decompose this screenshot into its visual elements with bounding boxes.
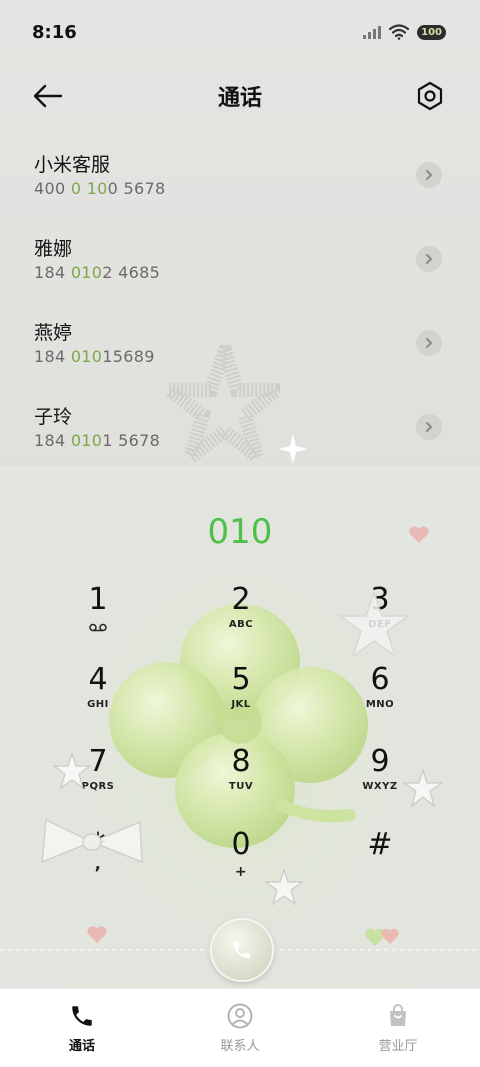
contact-row[interactable]: 小米客服 400 0 100 5678 xyxy=(0,138,480,222)
contact-number: 184 01015689 xyxy=(34,347,155,366)
page-title: 通话 xyxy=(217,86,262,111)
key-letters: GHI xyxy=(87,699,109,710)
nav-label: 联系人 xyxy=(220,1039,260,1054)
contact-list: 小米客服 400 0 100 5678 雅娜 184 0102 4685 燕婷 … xyxy=(0,138,480,474)
key-9[interactable]: 9 WXYZ xyxy=(325,745,435,815)
contact-row[interactable]: 雅娜 184 0102 4685 xyxy=(0,222,480,306)
nav-tab-service-hall[interactable]: 营业厅 xyxy=(338,989,458,1067)
key-letters: PQRS xyxy=(81,781,115,792)
status-icons: 100 xyxy=(363,24,446,40)
key-letters: , xyxy=(94,854,102,873)
key-digit: 5 xyxy=(231,662,251,697)
key-digit: 9 xyxy=(370,744,390,779)
chevron-right-icon[interactable] xyxy=(416,414,442,440)
contact-row[interactable]: 子玲 184 0101 5678 xyxy=(0,390,480,474)
key-digit: 6 xyxy=(370,662,390,697)
nav-label: 营业厅 xyxy=(378,1039,418,1054)
bottom-navigation: 通话 联系人 营业厅 xyxy=(0,988,480,1067)
phone-icon xyxy=(72,1006,92,1026)
status-bar: 8:16 100 xyxy=(0,0,480,66)
shopping-bag-icon xyxy=(390,1004,406,1026)
nav-label: 通话 xyxy=(68,1039,95,1054)
voicemail-icon xyxy=(89,623,107,632)
key-letters: WXYZ xyxy=(362,781,398,792)
wifi-icon xyxy=(389,24,410,40)
chevron-right-icon[interactable] xyxy=(416,162,442,188)
battery-indicator: 100 xyxy=(417,24,446,40)
chevron-right-icon[interactable] xyxy=(416,330,442,356)
signal-icon xyxy=(363,25,382,39)
key-digit: 1 xyxy=(88,582,108,617)
contact-number: 400 0 100 5678 xyxy=(34,179,166,198)
key-3[interactable]: 3 DEF xyxy=(325,583,435,653)
key-digit: 7 xyxy=(88,744,108,779)
contact-name: 小米客服 xyxy=(34,154,111,176)
key-5[interactable]: 5 JKL xyxy=(186,663,296,733)
app-bar: 通话 xyxy=(0,66,480,126)
key-1[interactable]: 1 xyxy=(43,583,153,653)
key-digit: 2 xyxy=(231,582,251,617)
key-8[interactable]: 8 TUV xyxy=(186,745,296,815)
key-7[interactable]: 7 PQRS xyxy=(43,745,153,815)
key-digit: 8 xyxy=(231,744,251,779)
key-letters: TUV xyxy=(228,781,254,792)
dialed-number-display: 010 xyxy=(207,512,273,552)
contact-name: 燕婷 xyxy=(34,322,73,344)
phone-icon xyxy=(233,941,251,959)
settings-button[interactable] xyxy=(412,78,448,114)
key-digit: 3 xyxy=(370,582,390,617)
key-digit: 0 xyxy=(231,827,251,862)
key-hash[interactable]: # xyxy=(325,828,435,898)
hexagon-gear-icon xyxy=(417,81,443,111)
key-4[interactable]: 4 GHI xyxy=(43,663,153,733)
person-icon xyxy=(227,1003,253,1029)
key-letters: ABC xyxy=(228,619,254,630)
nav-tab-calls[interactable]: 通话 xyxy=(22,989,142,1067)
key-letters: MNO xyxy=(365,699,395,710)
contact-row[interactable]: 燕婷 184 01015689 xyxy=(0,306,480,390)
key-digit: 4 xyxy=(88,662,108,697)
key-star[interactable]: * , xyxy=(43,828,153,898)
key-0[interactable]: 0 + xyxy=(186,828,296,898)
key-6[interactable]: 6 MNO xyxy=(325,663,435,733)
contact-number: 184 0102 4685 xyxy=(34,263,161,282)
key-digit: # xyxy=(367,827,393,862)
key-letters: JKL xyxy=(231,699,251,710)
contact-number: 184 0101 5678 xyxy=(34,431,161,450)
contact-name: 子玲 xyxy=(34,406,73,428)
key-letters: + xyxy=(234,864,248,880)
chevron-right-icon[interactable] xyxy=(416,246,442,272)
nav-tab-contacts[interactable]: 联系人 xyxy=(180,989,300,1067)
contact-name: 雅娜 xyxy=(34,238,73,260)
key-2[interactable]: 2 ABC xyxy=(186,583,296,653)
key-letters: DEF xyxy=(368,619,392,630)
status-time: 8:16 xyxy=(32,22,77,43)
call-button[interactable] xyxy=(210,918,274,982)
